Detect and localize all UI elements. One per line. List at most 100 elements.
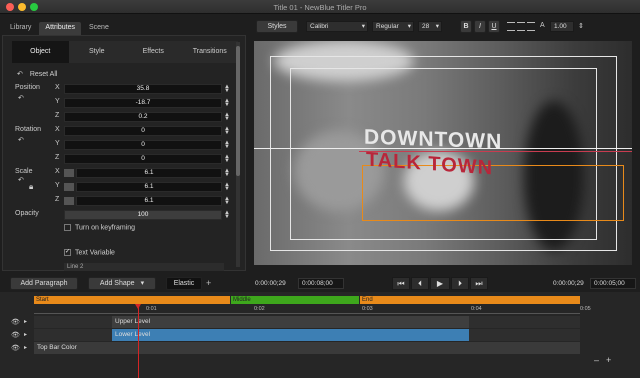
stepper-icon[interactable]: ▲ ▼ <box>224 210 230 220</box>
scale-y-field[interactable]: 6.1 <box>76 182 222 192</box>
text-variable-option[interactable]: ✓ Text Variable <box>64 249 115 256</box>
add-button[interactable]: + <box>206 278 211 288</box>
keyframing-label: Turn on keyframing <box>75 224 136 232</box>
rotation-z-row: Z 0 ▲ ▼ <box>0 154 238 166</box>
tab-scene[interactable]: Scene <box>83 22 115 35</box>
expand-icon[interactable]: ▸ <box>24 331 27 338</box>
step-back-icon: ⏴ <box>418 279 422 288</box>
segment-middle[interactable]: Middle <box>231 296 359 304</box>
clip-top-bar-color[interactable]: Top Bar Color <box>34 342 580 354</box>
align-right-icon[interactable] <box>527 22 535 31</box>
play-button[interactable]: ▶ <box>430 277 450 290</box>
keyframing-checkbox[interactable] <box>64 224 71 231</box>
scale-x-field[interactable]: 6.1 <box>76 168 222 178</box>
font-size-select[interactable]: 28 ▾ <box>418 21 442 32</box>
font-weight-select[interactable]: Regular ▾ <box>372 21 414 32</box>
position-x-field[interactable]: 35.8 <box>64 84 222 94</box>
position-z-field[interactable]: 0.2 <box>64 112 222 122</box>
tab-library[interactable]: Library <box>4 22 37 35</box>
text-variable-checkbox[interactable]: ✓ <box>64 249 71 256</box>
segment-end[interactable]: End <box>360 296 580 304</box>
step-back-button[interactable]: ⏴ <box>411 277 429 290</box>
font-family-select[interactable]: Calibri ▾ <box>306 21 368 32</box>
font-size-value: 28 <box>422 23 430 30</box>
position-y-field[interactable]: -18.7 <box>64 98 222 108</box>
skip-forward-icon: ⏭ <box>475 279 483 288</box>
scale-link-toggle[interactable] <box>64 183 74 191</box>
stepper-icon[interactable]: ▲ ▼ <box>224 98 230 108</box>
eye-icon[interactable]: 👁︎ <box>11 331 20 339</box>
tab-transitions[interactable]: Transitions <box>182 41 239 63</box>
playhead[interactable] <box>138 304 139 378</box>
scale-z-field[interactable]: 6.1 <box>76 196 222 206</box>
rotation-x-field[interactable]: 0 <box>64 126 222 136</box>
scale-link-toggle[interactable] <box>64 169 74 177</box>
window-title: Title 01 - NewBlue Titler Pro <box>273 3 367 12</box>
segment-start[interactable]: Start <box>34 296 230 304</box>
axis-z-label: Z <box>55 112 60 119</box>
axis-x-label: X <box>55 126 60 133</box>
clip-lower-level[interactable]: Lower Level <box>112 329 469 341</box>
go-to-end-button[interactable]: ⏭ <box>470 277 488 290</box>
right-timecode: 0:00:00;29 <box>553 280 584 287</box>
title-bar: Title 01 - NewBlue Titler Pro <box>0 0 640 14</box>
clip-upper-level[interactable]: Upper Level <box>112 316 469 328</box>
add-shape-label: Add Shape <box>99 280 135 287</box>
align-left-icon[interactable] <box>507 22 515 31</box>
reset-all-button[interactable]: ↶ Reset All <box>17 70 57 78</box>
ruler-tick: 0:05 <box>580 306 591 312</box>
ruler-tick: 0:01 <box>146 306 157 312</box>
step-forward-icon: ⏵ <box>458 279 462 288</box>
tab-effects[interactable]: Effects <box>125 41 182 63</box>
stepper-icon[interactable]: ▲ ▼ <box>224 112 230 122</box>
styles-button[interactable]: Styles <box>256 20 298 33</box>
eye-icon[interactable]: 👁︎ <box>11 318 20 326</box>
attributes-scrollbar[interactable] <box>236 42 240 267</box>
stepper-icon[interactable]: ▲ ▼ <box>224 126 230 136</box>
keyframing-option[interactable]: Turn on keyframing <box>64 224 135 231</box>
add-shape-button[interactable]: Add Shape ▾ <box>88 277 156 290</box>
zoom-in-button[interactable]: + <box>606 355 611 365</box>
scale-link-toggle[interactable] <box>64 197 74 205</box>
preview-canvas[interactable]: DOWNTOWN TALK TOWN <box>254 41 632 265</box>
text-variable-label: Text Variable <box>75 249 115 257</box>
italic-button[interactable]: I <box>474 20 486 33</box>
tab-attributes[interactable]: Attributes <box>39 22 81 35</box>
opacity-slider[interactable]: 100 <box>64 210 222 220</box>
stepper-icon[interactable]: ▲ ▼ <box>224 140 230 150</box>
elastic-button[interactable]: Elastic <box>166 277 202 290</box>
stepper-icon[interactable]: ▲ ▼ <box>224 154 230 164</box>
stepper-icon[interactable]: ⇕ <box>578 22 584 30</box>
zoom-out-button[interactable]: – <box>594 355 599 365</box>
timeline-ruler[interactable] <box>34 305 580 314</box>
attribute-sub-tabs: Object Style Effects Transitions <box>12 41 238 63</box>
playhead-handle[interactable] <box>135 304 141 309</box>
bold-button[interactable]: B <box>460 20 472 33</box>
tab-object[interactable]: Object <box>12 41 69 63</box>
stepper-icon[interactable]: ▲ ▼ <box>224 168 230 178</box>
underline-button[interactable]: U <box>488 20 500 33</box>
rotation-z-field[interactable]: 0 <box>64 154 222 164</box>
duration-field[interactable]: 0:00:08;00 <box>298 278 344 289</box>
stepper-icon[interactable]: ▲ ▼ <box>224 182 230 192</box>
chevron-down-icon: ▾ <box>407 23 411 30</box>
go-to-start-button[interactable]: ⏮ <box>392 277 410 290</box>
stepper-icon[interactable]: ▲ ▼ <box>224 84 230 94</box>
stepper-icon[interactable]: ▲ ▼ <box>224 196 230 206</box>
add-paragraph-button[interactable]: Add Paragraph <box>10 277 78 290</box>
expand-icon[interactable]: ▸ <box>24 344 27 351</box>
rotation-y-row: Y 0 ▲ ▼ <box>0 140 238 152</box>
expand-icon[interactable]: ▸ <box>24 318 27 325</box>
position-label: Position <box>15 84 40 91</box>
scale-y-row: Y 6.1 ▲ ▼ <box>0 182 238 194</box>
rotation-y-field[interactable]: 0 <box>64 140 222 150</box>
reset-icon: ↶ <box>17 71 23 78</box>
align-center-icon[interactable] <box>517 22 525 31</box>
line-height-field[interactable]: 1.00 <box>550 21 574 32</box>
right-duration-field[interactable]: 0:00:05;00 <box>590 278 636 289</box>
eye-icon[interactable]: 👁︎ <box>11 344 20 352</box>
tab-style[interactable]: Style <box>69 41 126 63</box>
scrollbar-thumb[interactable] <box>236 46 240 176</box>
step-forward-button[interactable]: ⏵ <box>451 277 469 290</box>
opacity-label: Opacity <box>15 210 39 217</box>
